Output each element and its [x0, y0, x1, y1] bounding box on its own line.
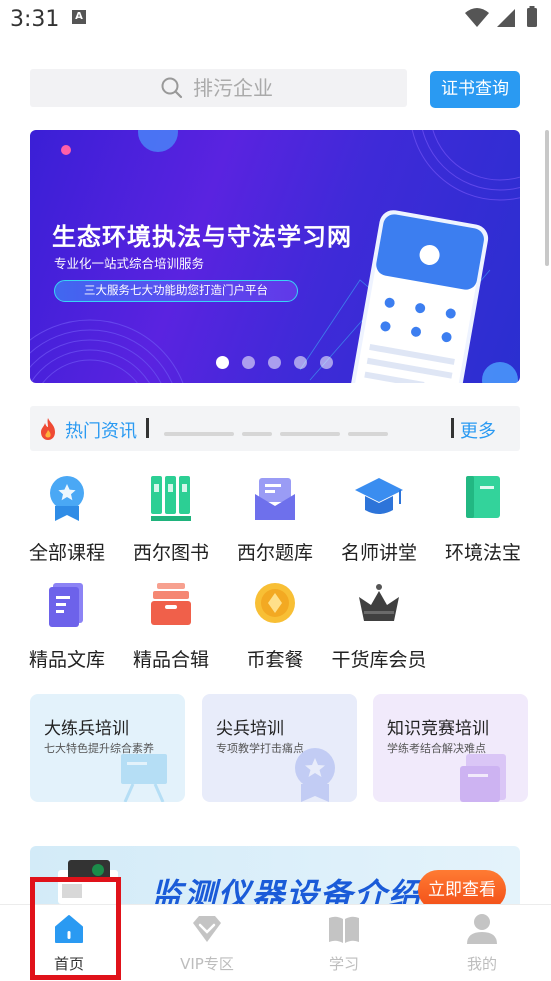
carousel-dot[interactable]	[294, 356, 307, 369]
carousel-dot[interactable]	[268, 356, 281, 369]
document-icon	[49, 583, 83, 627]
vip-diamond-icon	[193, 916, 221, 942]
grid-item-membership[interactable]: 干货库会员	[327, 583, 431, 673]
grid-label: 西尔图书	[132, 542, 209, 564]
scrollbar[interactable]	[545, 130, 549, 266]
notification-a-icon: A	[72, 10, 86, 24]
search-placeholder: 排污企业	[193, 76, 273, 100]
search-input[interactable]: 排污企业	[30, 69, 407, 107]
book-icon	[466, 476, 500, 518]
open-book-icon	[329, 916, 359, 943]
tab-label: VIP专区	[180, 955, 234, 973]
divider	[451, 418, 454, 438]
carousel-dot[interactable]	[242, 356, 255, 369]
grid-item-master-lecture[interactable]: 名师讲堂	[327, 476, 431, 566]
phone-mockup	[349, 210, 489, 383]
grid-label: 币套餐	[246, 649, 304, 671]
banner-pill: 三大服务七大功能助您打造门户平台	[54, 280, 298, 302]
status-time: 3:31	[10, 7, 60, 32]
tab-label: 学习	[328, 955, 359, 973]
grid-label: 环境法宝	[444, 542, 521, 564]
hot-news-bar[interactable]: 热门资讯 更多	[30, 406, 520, 451]
grid-label: 名师讲堂	[340, 542, 417, 564]
signal-battery-icons	[465, 6, 537, 27]
training-card-drill[interactable]: 大练兵培训 七大特色提升综合素养	[30, 694, 185, 802]
grid-label: 西尔题库	[236, 542, 313, 564]
tab-study[interactable]: 学习	[275, 905, 413, 981]
search-icon	[161, 77, 183, 99]
status-bar: 3:31 A	[0, 0, 551, 40]
medal-icon	[295, 748, 335, 802]
tab-vip[interactable]: VIP专区	[138, 905, 276, 981]
easel-icon	[121, 754, 167, 802]
grid-item-environment-law[interactable]: 环境法宝	[431, 476, 535, 566]
grid-label: 干货库会员	[331, 649, 427, 671]
view-now-button[interactable]: 立即查看	[418, 870, 506, 904]
certificate-query-button[interactable]: 证书查询	[430, 71, 520, 108]
box-icon	[151, 583, 191, 625]
tab-label: 我的	[466, 955, 497, 973]
crown-icon	[359, 584, 399, 621]
promo-text: 监测仪器设备介绍	[150, 876, 423, 904]
coin-icon	[255, 583, 295, 623]
divider	[146, 418, 149, 438]
fire-icon	[41, 418, 55, 440]
grid-label: 全部课程	[28, 542, 105, 564]
grid-item-coin-package[interactable]: 币套餐	[223, 583, 327, 673]
hot-news-label: 热门资讯	[65, 421, 137, 442]
books-icon	[151, 476, 191, 521]
news-ticker[interactable]	[164, 432, 429, 442]
carousel-dot[interactable]	[216, 356, 229, 369]
envelope-icon	[255, 478, 295, 520]
badge-icon	[50, 476, 84, 521]
banner-subtitle: 专业化一站式综合培训服务	[54, 256, 205, 271]
banner-carousel[interactable]: 生态环境执法与守法学习网 专业化一站式综合培训服务 三大服务七大功能助您打造门户…	[30, 130, 520, 383]
grid-item-question-bank[interactable]: 西尔题库	[223, 476, 327, 566]
cell-signal-icon	[497, 9, 515, 27]
book-stack-icon	[460, 754, 506, 802]
carousel-dot[interactable]	[320, 356, 333, 369]
training-title: 知识竞赛培训	[387, 719, 489, 739]
grid-label: 精品文库	[28, 649, 105, 671]
grid-item-collections[interactable]: 精品合辑	[119, 583, 223, 673]
grid-item-document-library[interactable]: 精品文库	[15, 583, 119, 673]
banner-title: 生态环境执法与守法学习网	[52, 223, 352, 251]
tab-profile[interactable]: 我的	[413, 905, 551, 981]
training-card-quiz[interactable]: 知识竞赛培训 学练考结合解决难点	[373, 694, 528, 802]
training-title: 大练兵培训	[44, 719, 129, 739]
wifi-icon	[465, 8, 489, 27]
user-icon	[467, 914, 497, 944]
training-title: 尖兵培训	[216, 719, 284, 739]
training-card-vanguard[interactable]: 尖兵培训 专项教学打击痛点	[202, 694, 357, 802]
highlight-box	[30, 877, 121, 980]
grid-item-all-courses[interactable]: 全部课程	[15, 476, 119, 566]
battery-icon	[527, 8, 537, 27]
more-link[interactable]: 更多	[460, 417, 496, 443]
grid-item-books[interactable]: 西尔图书	[119, 476, 223, 566]
grid-label: 精品合辑	[132, 649, 209, 671]
graduation-cap-icon	[355, 478, 403, 514]
